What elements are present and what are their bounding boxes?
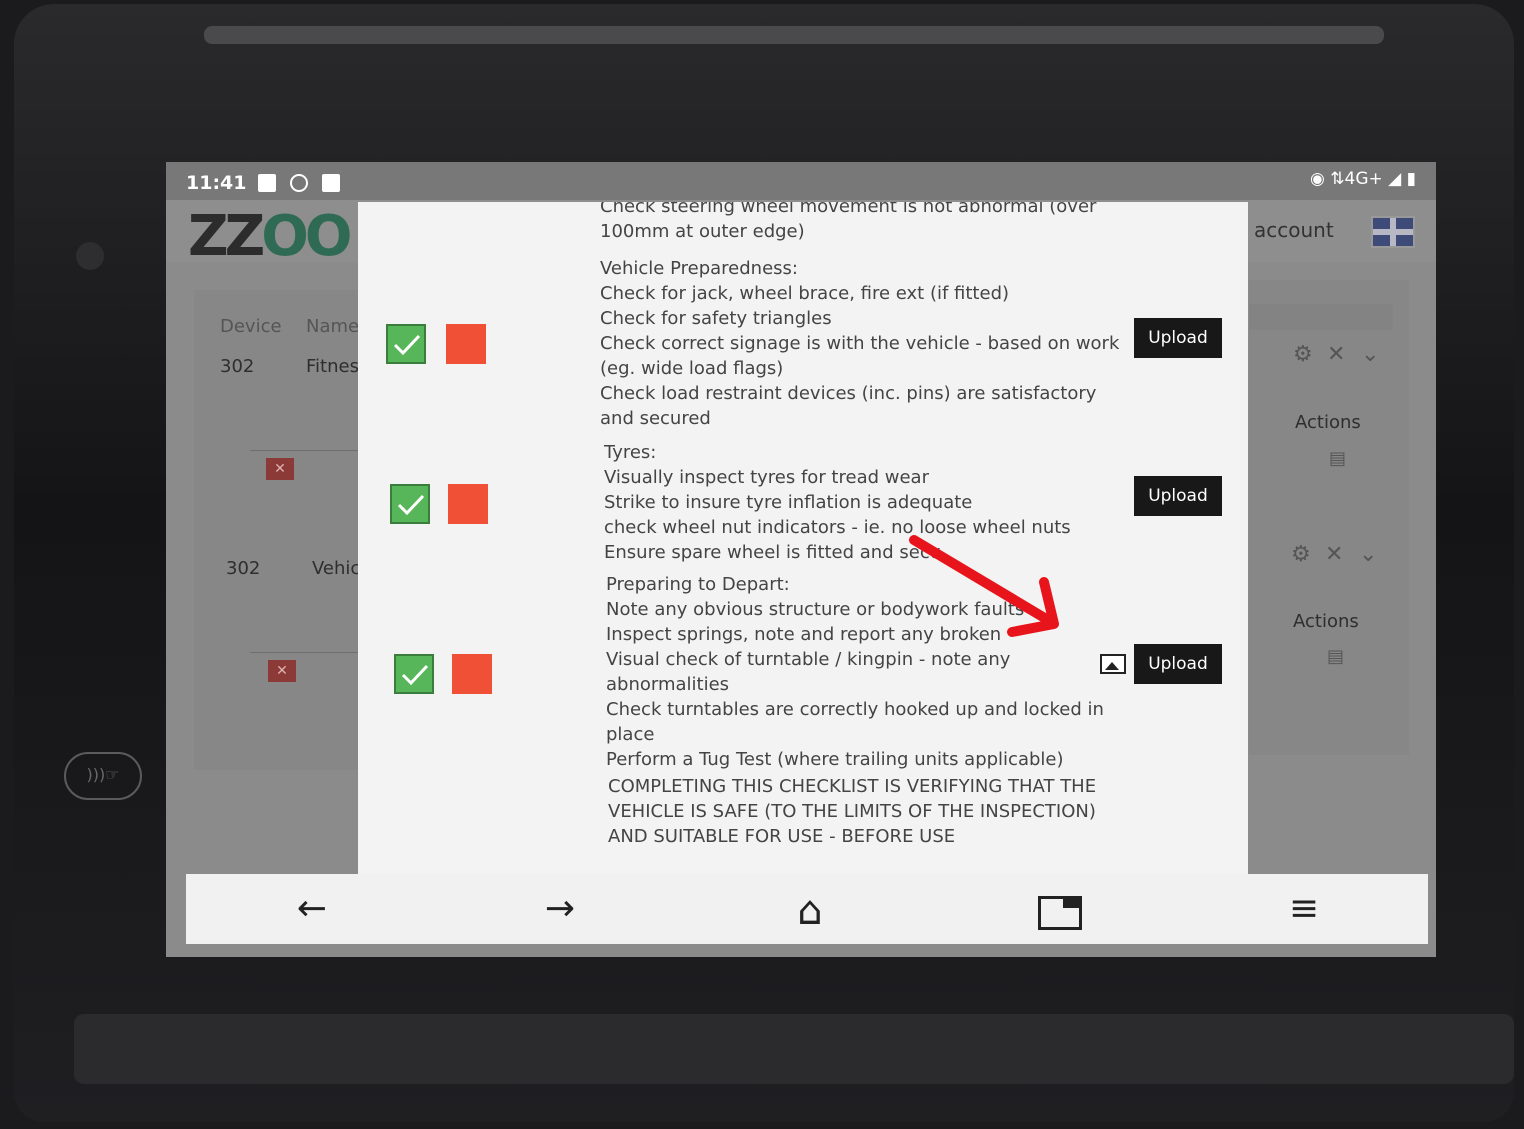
camera-icon (76, 242, 104, 270)
bezel-edge (204, 26, 1384, 44)
tablet-screen: 11:41 ◉ ⇅4G+ ◢ ▮ ZZOO account Device Nam… (166, 162, 1436, 957)
tabs-button[interactable] (1030, 896, 1090, 939)
nfc-icon: )))☞ (64, 752, 142, 800)
annotation-arrow-icon (909, 535, 1059, 637)
back-button[interactable]: ← (282, 888, 342, 929)
home-button[interactable]: ⌂ (780, 888, 840, 934)
browser-nav-bar: ← → ⌂ ≡ (186, 874, 1428, 944)
tabs-icon (1038, 896, 1082, 930)
forward-button[interactable]: → (530, 888, 590, 929)
bezel-bottom (74, 1014, 1514, 1084)
menu-button[interactable]: ≡ (1274, 888, 1334, 929)
